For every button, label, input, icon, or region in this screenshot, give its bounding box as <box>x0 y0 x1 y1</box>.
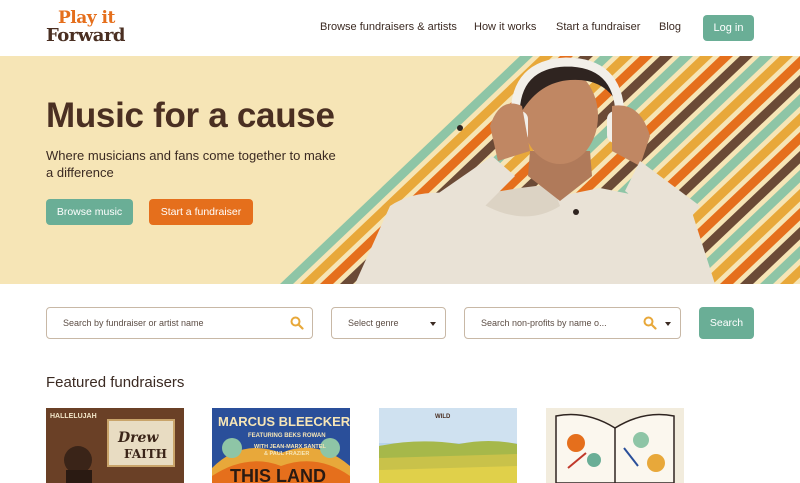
login-button[interactable]: Log in <box>703 15 754 41</box>
nonprofit-search-input[interactable]: Search non-profits by name o... <box>464 307 681 339</box>
fundraiser-search-input[interactable]: Search by fundraiser or artist name <box>46 307 313 339</box>
card1-main-text: Drew <box>117 430 159 446</box>
logo-line2: Forward <box>46 25 126 46</box>
chevron-down-icon <box>430 322 436 326</box>
album-cover-image <box>546 408 684 483</box>
fundraiser-card-this-land[interactable]: MARCUS BLEECKER FEATURING BEKS ROWAN WIT… <box>212 408 350 483</box>
card2-sub-text3: & PAUL FRAZIER <box>264 451 309 457</box>
album-cover-image: HALLELUJAH Drew FAITH <box>46 408 184 483</box>
card2-sub-text2: WITH JEAN-MARX SANTEL <box>254 444 326 450</box>
nav-start-fundraiser[interactable]: Start a fundraiser <box>556 21 640 33</box>
nav-blog[interactable]: Blog <box>659 21 681 33</box>
search-button[interactable]: Search <box>699 307 754 339</box>
nav-how-it-works[interactable]: How it works <box>474 21 536 33</box>
card2-sub-text: FEATURING BEKS ROWAN <box>248 433 326 439</box>
featured-fundraisers-heading: Featured fundraisers <box>46 374 185 391</box>
hero-subtitle: Where musicians and fans come together t… <box>46 148 336 180</box>
card1-top-text: HALLELUJAH <box>50 413 97 420</box>
album-cover-image: MARCUS BLEECKER FEATURING BEKS ROWAN WIT… <box>212 408 350 483</box>
hero-title: Music for a cause <box>46 96 335 135</box>
fundraiser-card-drew-faith[interactable]: HALLELUJAH Drew FAITH <box>46 408 184 483</box>
chevron-down-icon[interactable] <box>665 322 671 326</box>
play-it-forward-logo[interactable]: Play it Forward <box>46 8 138 46</box>
card1-sub-text: FAITH <box>124 447 167 461</box>
fundraiser-search-placeholder: Search by fundraiser or artist name <box>63 318 204 328</box>
card3-top-text: WILD <box>435 414 451 420</box>
hero-banner: Music for a cause Where musicians and fa… <box>0 56 800 284</box>
browse-music-button[interactable]: Browse music <box>46 199 133 225</box>
fundraiser-card-illustration[interactable] <box>546 408 684 483</box>
album-cover-image: WILD <box>379 408 517 483</box>
nonprofit-search-placeholder: Search non-profits by name o... <box>481 318 607 328</box>
start-fundraiser-button[interactable]: Start a fundraiser <box>149 199 253 225</box>
genre-select[interactable]: Select genre <box>331 307 446 339</box>
search-icon <box>290 316 304 330</box>
search-icon <box>643 316 657 330</box>
card2-main-text: THIS LAND <box>230 466 326 483</box>
nav-browse-fundraisers[interactable]: Browse fundraisers & artists <box>320 21 457 33</box>
genre-select-value: Select genre <box>348 318 399 328</box>
fundraiser-card-field[interactable]: WILD <box>379 408 517 483</box>
card2-top-text: MARCUS BLEECKER <box>218 414 350 429</box>
site-header: Play it Forward Browse fundraisers & art… <box>0 0 800 56</box>
